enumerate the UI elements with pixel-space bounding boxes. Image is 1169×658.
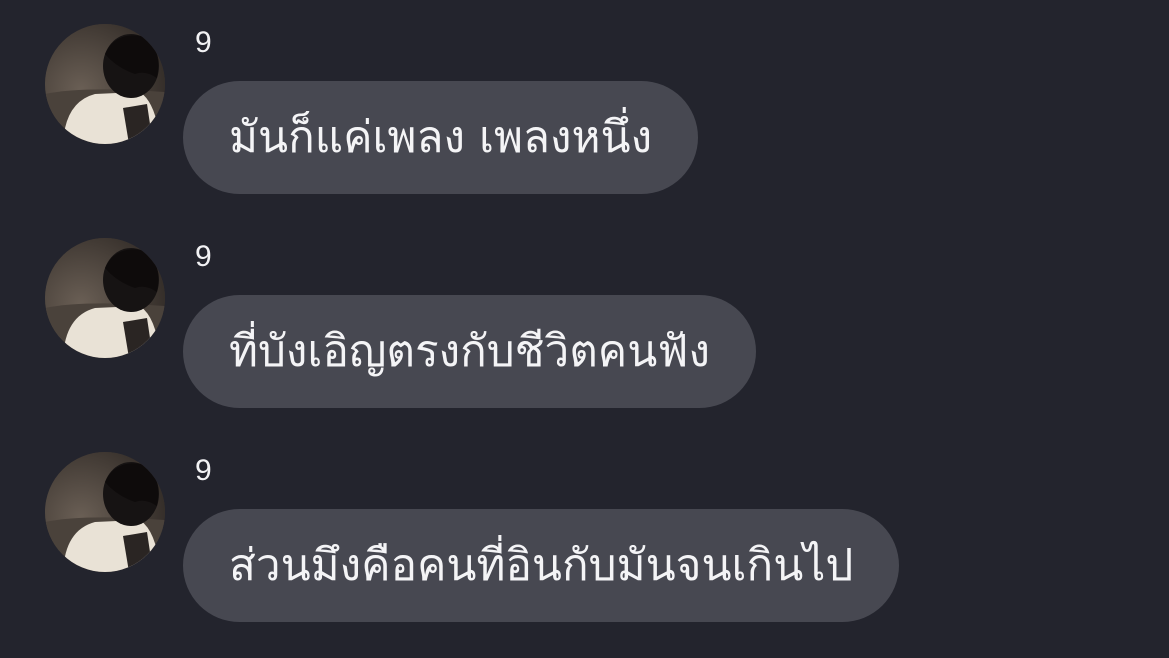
sender-name: 9 <box>195 240 212 273</box>
sender-avatar[interactable] <box>45 24 165 144</box>
chat-thread: 9 มันก็แค่เพลง เพลงหนึ่ง 9 ที่บังเอิญตรง… <box>0 0 1169 658</box>
profile-photo-icon <box>45 238 165 358</box>
message-text: มันก็แค่เพลง เพลงหนึ่ง <box>229 111 653 163</box>
sender-avatar[interactable] <box>45 452 165 572</box>
message-row: 9 ส่วนมึงคือคนที่อินกับมันจนเกินไป <box>0 452 1169 652</box>
message-text: ที่บังเอิญตรงกับชีวิตคนฟัง <box>229 325 710 377</box>
message-row: 9 มันก็แค่เพลง เพลงหนึ่ง <box>0 24 1169 224</box>
sender-name: 9 <box>195 454 212 487</box>
message-bubble[interactable]: มันก็แค่เพลง เพลงหนึ่ง <box>183 81 699 194</box>
message-row: 9 ที่บังเอิญตรงกับชีวิตคนฟัง <box>0 238 1169 438</box>
profile-photo-icon <box>45 452 165 572</box>
profile-photo-icon <box>45 24 165 144</box>
message-bubble[interactable]: ที่บังเอิญตรงกับชีวิตคนฟัง <box>183 295 756 408</box>
message-bubble[interactable]: ส่วนมึงคือคนที่อินกับมันจนเกินไป <box>183 509 900 622</box>
sender-name: 9 <box>195 26 212 59</box>
sender-avatar[interactable] <box>45 238 165 358</box>
message-text: ส่วนมึงคือคนที่อินกับมันจนเกินไป <box>229 539 854 591</box>
